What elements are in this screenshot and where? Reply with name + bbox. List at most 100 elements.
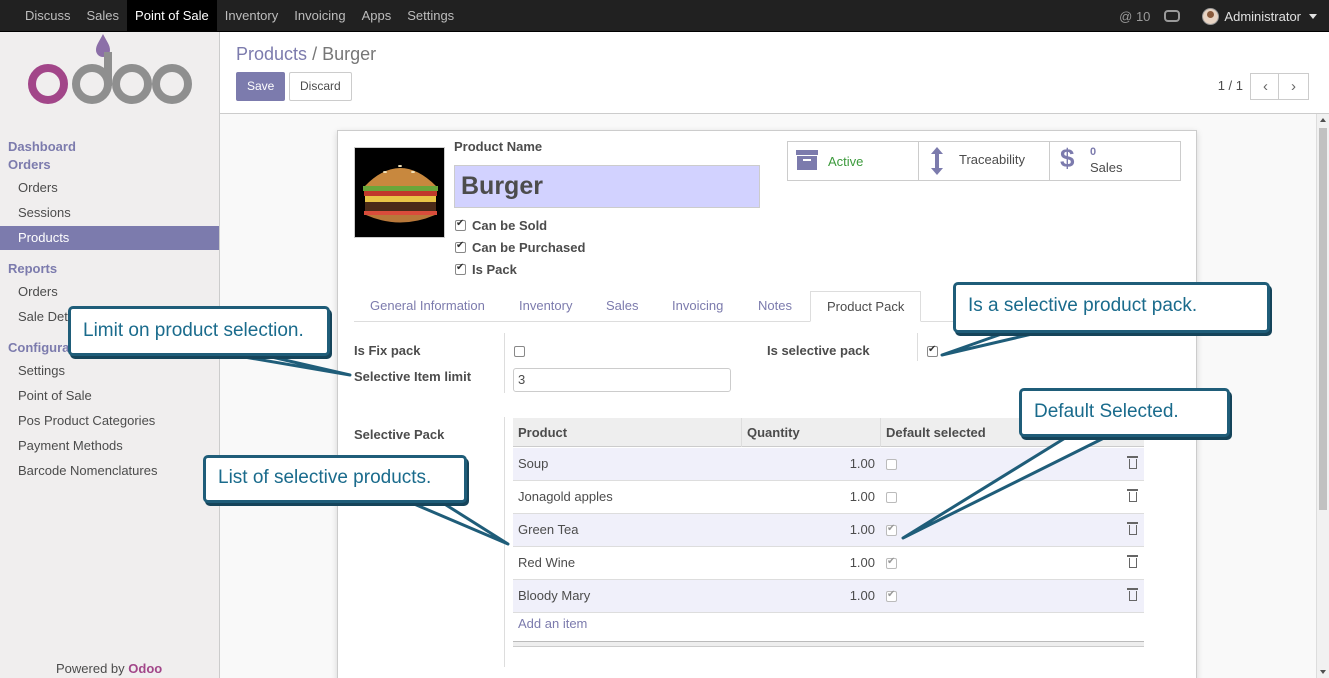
trash-icon[interactable] [1127,555,1138,568]
add-an-item-link[interactable]: Add an item [518,616,587,631]
menu-sales[interactable]: Sales [79,0,128,32]
breadcrumb-products[interactable]: Products [236,44,307,64]
is-selective-pack-checkbox[interactable] [927,344,938,357]
row-quantity: 1.00 [849,588,875,603]
table-row[interactable]: Red Wine 1.00 [513,547,1144,580]
product-name-label: Product Name [454,139,543,154]
can-be-purchased-label: Can be Purchased [472,240,586,255]
table-row[interactable]: Soup 1.00 [513,448,1144,481]
odoo-logo[interactable] [26,32,196,112]
discard-button[interactable]: Discard [289,72,352,101]
breadcrumb: Products / Burger [236,44,376,65]
tab-invoicing[interactable]: Invoicing [656,291,739,322]
row-product: Green Tea [518,522,579,537]
row-product: Bloody Mary [518,588,591,603]
powered-brand-link[interactable]: Odoo [128,661,162,676]
trash-icon[interactable] [1127,588,1138,601]
field-separator [504,333,505,393]
breadcrumb-separator: / [312,44,318,64]
row-default-selected-checkbox[interactable] [886,459,897,470]
tab-sales[interactable]: Sales [590,291,655,322]
menu-settings[interactable]: Settings [399,0,462,32]
is-fix-pack-label: Is Fix pack [354,343,421,358]
tab-inventory[interactable]: Inventory [503,291,588,322]
menu-inventory[interactable]: Inventory [217,0,286,32]
row-default-selected-checkbox[interactable] [886,492,897,503]
save-button[interactable]: Save [236,72,286,101]
callout-default-selected: Default Selected. [1019,388,1230,437]
sidebar-item-products[interactable]: Products [0,226,219,250]
row-product: Red Wine [518,555,576,570]
sidebar-section-orders[interactable]: Orders [8,157,51,172]
trash-icon[interactable] [1127,456,1138,469]
row-quantity: 1.00 [849,489,875,504]
chat-icon[interactable] [1164,10,1181,22]
tab-notes[interactable]: Notes [742,291,808,322]
sidebar-item-pos-categories[interactable]: Pos Product Categories [0,409,219,433]
pager-value[interactable]: 1 / 1 [1218,78,1243,93]
scroll-up-arrow-icon[interactable] [1320,118,1326,122]
user-menu[interactable]: Administrator [1224,9,1301,24]
trash-icon[interactable] [1127,489,1138,502]
sidebar-item-payment-methods[interactable]: Payment Methods [0,434,219,458]
product-name-input[interactable]: Burger [454,165,760,208]
menu-apps[interactable]: Apps [354,0,400,32]
row-quantity: 1.00 [849,555,875,570]
pager-next-button[interactable]: › [1278,73,1309,100]
callout-limit: Limit on product selection. [68,306,330,356]
column-default-selected[interactable]: Default selected [881,418,986,447]
table-row[interactable]: Jonagold apples 1.00 [513,481,1144,514]
table-row[interactable]: Bloody Mary 1.00 [513,580,1144,613]
chevron-down-icon[interactable] [1309,13,1317,19]
menu-invoicing[interactable]: Invoicing [286,0,353,32]
sidebar-item-point-of-sale[interactable]: Point of Sale [0,384,219,408]
sidebar-item-report-orders[interactable]: Orders [0,280,219,304]
archive-icon [796,150,818,170]
sales-stat-count: 0 [1090,146,1097,158]
sidebar-item-settings[interactable]: Settings [0,359,219,383]
tab-general-information[interactable]: General Information [354,291,501,322]
can-be-purchased-checkbox[interactable] [455,240,466,253]
powered-by: Powered by Odoo [56,661,162,676]
trash-icon[interactable] [1127,522,1138,535]
row-product: Soup [518,456,549,471]
scroll-down-arrow-icon[interactable] [1320,670,1326,674]
is-selective-pack-label: Is selective pack [767,343,870,358]
can-be-sold-checkbox[interactable] [455,218,466,231]
sort-arrows-icon [931,147,943,175]
traceability-stat-button[interactable]: Traceability [918,141,1050,181]
breadcrumb-current: Burger [322,44,377,64]
app-menu: Discuss Sales Point of Sale Inventory In… [17,0,462,32]
vertical-scrollbar[interactable] [1316,114,1329,678]
menu-point-of-sale[interactable]: Point of Sale [127,0,217,32]
tab-product-pack[interactable]: Product Pack [810,291,922,322]
column-product[interactable]: Product [513,418,567,447]
messages-counter[interactable]: @ 10 [1119,9,1150,24]
is-pack-checkbox[interactable] [455,262,466,275]
row-quantity: 1.00 [849,522,875,537]
column-quantity[interactable]: Quantity [742,418,800,447]
sidebar-dashboard[interactable]: Dashboard [8,139,76,154]
active-stat-button[interactable]: Active [787,141,919,181]
sales-stat-button[interactable]: $ 0 Sales [1049,141,1181,181]
selective-item-limit-input[interactable]: 3 [513,368,731,392]
sidebar-item-sessions[interactable]: Sessions [0,201,219,225]
pager-previous-button[interactable]: ‹ [1250,73,1281,100]
menu-discuss[interactable]: Discuss [17,0,79,32]
is-fix-pack-checkbox[interactable] [514,346,525,357]
scrollbar-thumb[interactable] [1319,128,1327,510]
row-default-selected-checkbox[interactable] [886,523,897,536]
sidebar-item-orders[interactable]: Orders [0,176,219,200]
row-product: Jonagold apples [518,489,613,504]
field-separator-3 [504,417,505,667]
product-image[interactable] [354,147,445,238]
table-row[interactable]: Green Tea 1.00 [513,514,1144,547]
callout-selective-pack: Is a selective product pack. [953,282,1270,333]
row-default-selected-checkbox[interactable] [886,589,897,602]
sidebar-item-barcode[interactable]: Barcode Nomenclatures [0,459,219,483]
powered-prefix: Powered by [56,661,125,676]
traceability-stat-label: Traceability [959,152,1025,167]
avatar[interactable] [1202,7,1220,25]
row-default-selected-checkbox[interactable] [886,556,897,569]
sidebar-section-reports[interactable]: Reports [8,261,57,276]
